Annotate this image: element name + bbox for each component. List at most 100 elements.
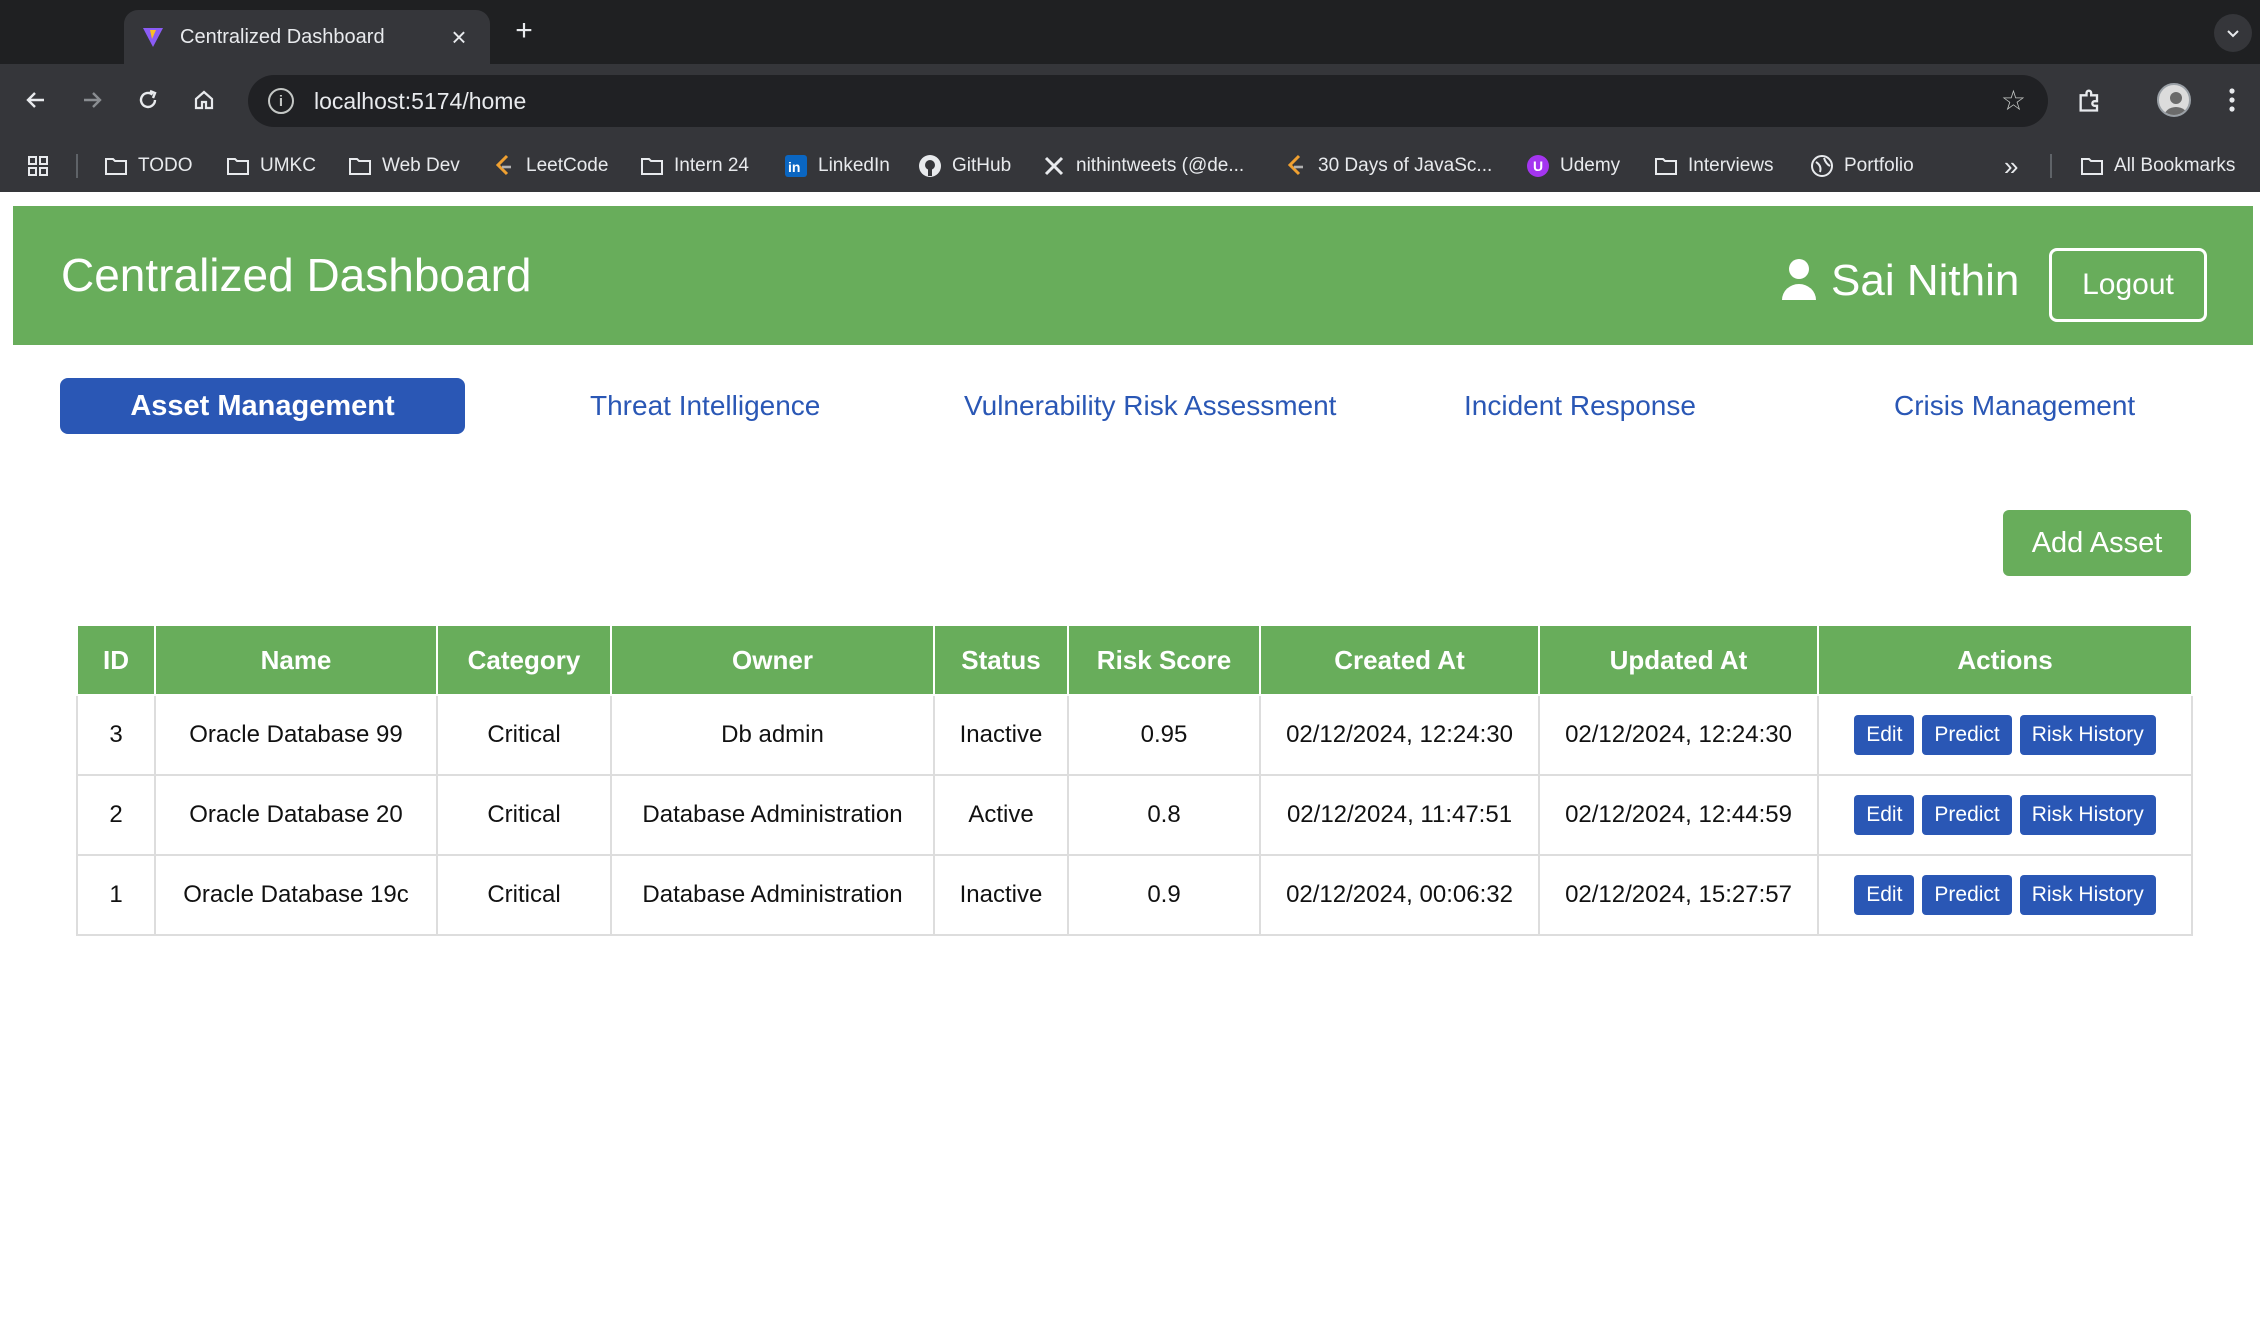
- column-header-name: Name: [154, 624, 438, 696]
- svg-text:in: in: [788, 159, 800, 175]
- bookmark-umkc[interactable]: UMKC: [224, 152, 316, 180]
- folder-icon: [638, 154, 666, 178]
- bookmark-label: Interviews: [1688, 155, 1774, 176]
- bookmark-web-dev[interactable]: Web Dev: [346, 152, 460, 180]
- cell-actions: Edit Predict Risk History: [1817, 854, 2193, 936]
- predict-button[interactable]: Predict: [1922, 795, 2012, 835]
- bookmark-label: Web Dev: [382, 155, 460, 176]
- tab-close-icon[interactable]: ×: [446, 24, 472, 50]
- home-icon[interactable]: [186, 82, 222, 118]
- bookmark-udemy[interactable]: U Udemy: [1524, 152, 1620, 180]
- bookmark-leetcode[interactable]: LeetCode: [490, 152, 608, 180]
- folder-icon: [224, 154, 252, 178]
- cell-name: Oracle Database 19c: [154, 854, 438, 936]
- risk-history-button[interactable]: Risk History: [2019, 715, 2156, 755]
- bookmark-github[interactable]: GitHub: [916, 152, 1011, 180]
- browser-toolbar: i localhost:5174/home ☆: [0, 64, 2260, 136]
- bookmark-separator: [76, 154, 78, 178]
- all-bookmarks-label: All Bookmarks: [2114, 155, 2236, 176]
- table-header-row: ID Name Category Owner Status Risk Score…: [76, 624, 2193, 696]
- bookmark-star-icon[interactable]: ☆: [2001, 87, 2026, 115]
- cell-owner: Database Administration: [610, 854, 935, 936]
- tab-vulnerability-risk-assessment[interactable]: Vulnerability Risk Assessment: [964, 378, 1336, 434]
- bookmark-nithintweets[interactable]: nithintweets (@de...: [1040, 152, 1244, 180]
- table-row: 2 Oracle Database 20 Critical Database A…: [76, 774, 2193, 856]
- cell-name: Oracle Database 99: [154, 694, 438, 776]
- bookmark-intern-24[interactable]: Intern 24: [638, 152, 749, 180]
- cell-actions: Edit Predict Risk History: [1817, 774, 2193, 856]
- bookmark-label: Intern 24: [674, 155, 749, 176]
- site-info-icon[interactable]: i: [268, 88, 294, 114]
- bookmark-separator: [2050, 154, 2052, 178]
- bookmark-portfolio[interactable]: Portfolio: [1808, 152, 1914, 180]
- bookmark-todo[interactable]: TODO: [102, 152, 193, 180]
- bookmark-label: GitHub: [952, 155, 1012, 176]
- bookmark-label: 30 Days of JavaSc...: [1318, 155, 1493, 176]
- forward-arrow-icon[interactable]: [74, 82, 110, 118]
- cell-id: 2: [76, 774, 156, 856]
- cell-category: Critical: [436, 774, 612, 856]
- x-icon: [1040, 154, 1068, 178]
- cell-owner: Database Administration: [610, 774, 935, 856]
- bookmark-label: Portfolio: [1844, 155, 1914, 176]
- tab-crisis-management[interactable]: Crisis Management: [1894, 378, 2135, 434]
- cell-id: 1: [76, 854, 156, 936]
- edit-button[interactable]: Edit: [1854, 715, 1915, 755]
- risk-history-button[interactable]: Risk History: [2019, 795, 2156, 835]
- folder-icon: [346, 154, 374, 178]
- edit-button[interactable]: Edit: [1854, 875, 1915, 915]
- cell-created-at: 02/12/2024, 12:24:30: [1259, 694, 1540, 776]
- cell-risk-score: 0.8: [1067, 774, 1261, 856]
- cell-category: Critical: [436, 854, 612, 936]
- add-asset-button[interactable]: Add Asset: [2003, 510, 2191, 576]
- cell-actions: Edit Predict Risk History: [1817, 694, 2193, 776]
- address-bar[interactable]: i localhost:5174/home ☆: [248, 75, 2048, 127]
- tab-asset-management[interactable]: Asset Management: [60, 378, 465, 434]
- predict-button[interactable]: Predict: [1922, 715, 2012, 755]
- asset-table: ID Name Category Owner Status Risk Score…: [76, 624, 2193, 936]
- new-tab-button[interactable]: +: [506, 14, 542, 50]
- bookmark-linkedin[interactable]: in LinkedIn: [782, 152, 890, 180]
- github-icon: [916, 154, 944, 178]
- bookmark-30-days-js[interactable]: 30 Days of JavaSc...: [1282, 152, 1492, 180]
- browser-menu-icon[interactable]: [2214, 82, 2250, 118]
- folder-icon: [2078, 154, 2106, 178]
- back-arrow-icon[interactable]: [18, 82, 54, 118]
- globe-icon: [1808, 154, 1836, 178]
- cell-status: Inactive: [933, 854, 1069, 936]
- column-header-created-at: Created At: [1259, 624, 1540, 696]
- browser-tab[interactable]: Centralized Dashboard ×: [124, 10, 490, 64]
- table-row: 3 Oracle Database 99 Critical Db admin I…: [76, 694, 2193, 776]
- app-header: Centralized Dashboard Sai Nithin Logout: [13, 206, 2253, 345]
- asset-table-container: ID Name Category Owner Status Risk Score…: [76, 624, 2193, 936]
- extensions-puzzle-icon[interactable]: [2072, 82, 2108, 118]
- risk-history-button[interactable]: Risk History: [2019, 875, 2156, 915]
- cell-name: Oracle Database 20: [154, 774, 438, 856]
- reload-icon[interactable]: [130, 82, 166, 118]
- tab-threat-intelligence[interactable]: Threat Intelligence: [590, 378, 820, 434]
- user-name: Sai Nithin: [1831, 256, 2020, 305]
- folder-icon: [1652, 154, 1680, 178]
- udemy-icon: U: [1524, 154, 1552, 178]
- tab-search-dropdown-icon[interactable]: [2214, 14, 2252, 52]
- cell-created-at: 02/12/2024, 11:47:51: [1259, 774, 1540, 856]
- apps-grid-icon[interactable]: [26, 152, 50, 180]
- vite-favicon-icon: [140, 24, 166, 50]
- bookmark-interviews[interactable]: Interviews: [1652, 152, 1774, 180]
- table-row: 1 Oracle Database 19c Critical Database …: [76, 854, 2193, 936]
- tab-incident-response[interactable]: Incident Response: [1464, 378, 1696, 434]
- cell-risk-score: 0.95: [1067, 694, 1261, 776]
- bookmark-label: nithintweets (@de...: [1076, 155, 1245, 176]
- predict-button[interactable]: Predict: [1922, 875, 2012, 915]
- logout-button[interactable]: Logout: [2049, 248, 2207, 322]
- leetcode-icon: [1282, 154, 1310, 178]
- profile-avatar[interactable]: [2156, 82, 2192, 118]
- svg-text:U: U: [1533, 158, 1543, 174]
- column-header-status: Status: [933, 624, 1069, 696]
- bookmark-label: Udemy: [1560, 155, 1621, 176]
- more-bookmarks-chevron-icon[interactable]: »: [2004, 151, 2018, 181]
- edit-button[interactable]: Edit: [1854, 795, 1915, 835]
- linkedin-icon: in: [782, 154, 810, 178]
- all-bookmarks[interactable]: All Bookmarks: [2078, 152, 2235, 180]
- browser-tab-strip: Centralized Dashboard × +: [0, 0, 2260, 64]
